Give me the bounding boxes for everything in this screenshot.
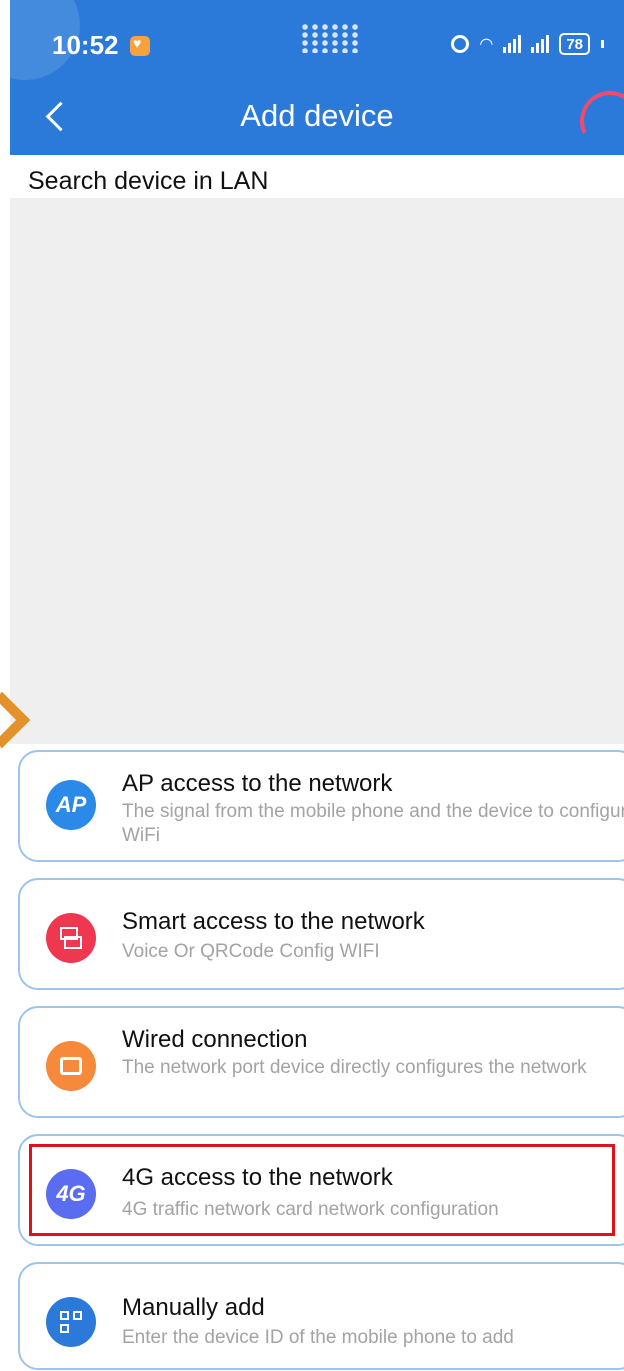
search-device-label: Search device in LAN xyxy=(28,167,269,195)
selection-highlight xyxy=(29,1144,615,1236)
port-glyph xyxy=(60,1057,82,1075)
battery-icon: 78 xyxy=(559,33,590,55)
notification-icon xyxy=(130,35,150,56)
status-time: 10:52 xyxy=(52,30,119,60)
signal-icon xyxy=(503,35,522,53)
option-wired-connection[interactable]: Wired connection The network port device… xyxy=(18,1006,624,1118)
loading-spinner-icon xyxy=(571,82,624,160)
ethernet-port-icon xyxy=(46,1041,96,1091)
status-bar: 10:52 ◠ 78 xyxy=(10,0,624,90)
ap-icon: AP xyxy=(46,780,96,830)
option-ap-access[interactable]: AP AP access to the network The signal f… xyxy=(18,750,624,862)
app-header: 10:52 ◠ 78 Add device xyxy=(0,0,624,160)
battery-cap xyxy=(601,40,604,48)
signal-icon-2 xyxy=(531,35,550,53)
option-smart-access[interactable]: Smart access to the network Voice Or QRC… xyxy=(18,878,624,990)
device-list-area xyxy=(10,198,624,744)
smart-config-icon xyxy=(46,913,96,963)
page-title: Add device xyxy=(240,98,394,133)
battery-level: 78 xyxy=(566,35,583,53)
ap-icon-text: AP xyxy=(55,792,87,817)
qr-code-icon xyxy=(46,1297,96,1347)
option-title: Wired connection xyxy=(122,1026,308,1053)
option-title: Smart access to the network xyxy=(122,908,425,935)
qr-glyph xyxy=(60,1311,82,1333)
alarm-icon xyxy=(451,35,470,53)
option-title: Manually add xyxy=(122,1294,265,1321)
frame-glyph xyxy=(60,927,82,949)
option-manually-add[interactable]: Manually add Enter the device ID of the … xyxy=(18,1262,624,1370)
option-description: Voice Or QRCode Config WIFI xyxy=(122,941,380,962)
option-title: AP access to the network xyxy=(122,770,393,797)
app-drawer-icon xyxy=(300,23,360,53)
option-description: The signal from the mobile phone and the… xyxy=(122,801,624,846)
status-icons: ◠ 78 xyxy=(451,33,604,55)
option-description: Enter the device ID of the mobile phone … xyxy=(122,1327,514,1348)
wifi-icon: ◠ xyxy=(479,36,494,53)
option-description: The network port device directly configu… xyxy=(122,1057,587,1078)
